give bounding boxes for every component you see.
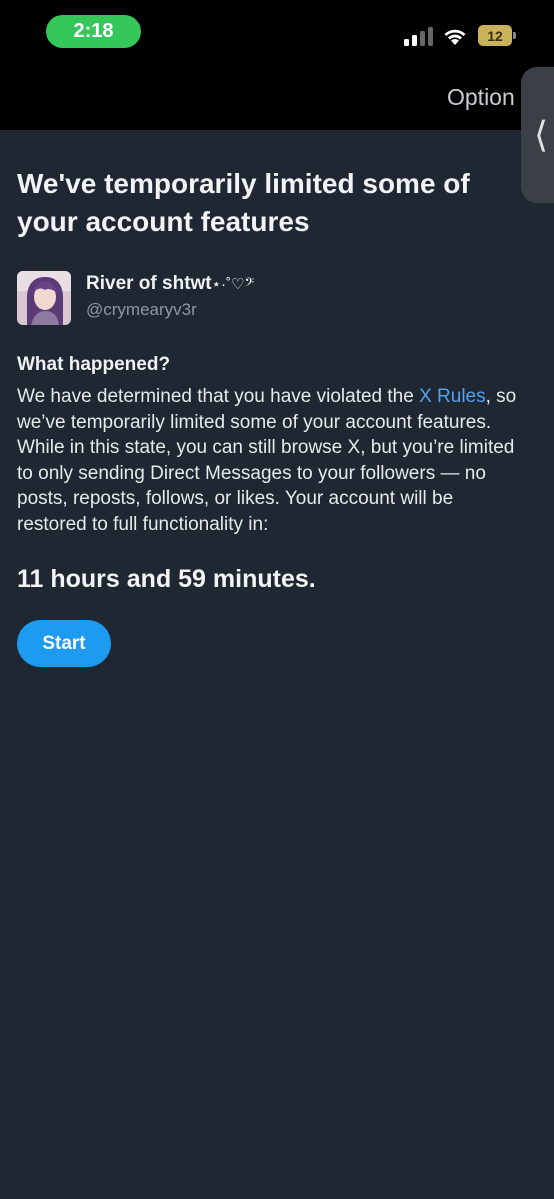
battery-indicator: 12 [478, 25, 516, 46]
explanation-text-start: We have determined that you have violate… [17, 386, 420, 407]
account-profile: River of shtwt⋆·˚♡𝄢 @crymearyv3r [17, 271, 527, 325]
status-bar: 2:18 12 Option [0, 0, 554, 130]
battery-level: 12 [487, 27, 503, 44]
avatar [17, 271, 71, 325]
restriction-notice: We've temporarily limited some of your a… [17, 165, 527, 594]
options-button[interactable]: Option [447, 84, 515, 111]
x-rules-link[interactable]: X Rules [419, 386, 486, 407]
restriction-countdown: 11 hours and 59 minutes. [17, 565, 316, 593]
account-handle: @crymearyv3r [86, 300, 197, 319]
chevron-left-icon: ⟨ [533, 114, 549, 155]
section-heading: What happened? [17, 354, 171, 375]
start-button[interactable]: Start [17, 620, 111, 667]
status-time: 2:18 [46, 15, 141, 48]
page-title: We've temporarily limited some of your a… [17, 168, 470, 237]
cellular-signal-icon [404, 27, 433, 46]
explanation-text-end: , so we’ve temporarily limited some of y… [17, 386, 517, 535]
explanation-text: We have determined that you have violate… [17, 384, 527, 537]
display-name-text: River of shtwt [86, 273, 212, 294]
wifi-icon [444, 29, 466, 45]
display-name-decoration: ⋆·˚♡𝄢 [211, 276, 255, 293]
display-name: River of shtwt⋆·˚♡𝄢 [86, 273, 254, 295]
